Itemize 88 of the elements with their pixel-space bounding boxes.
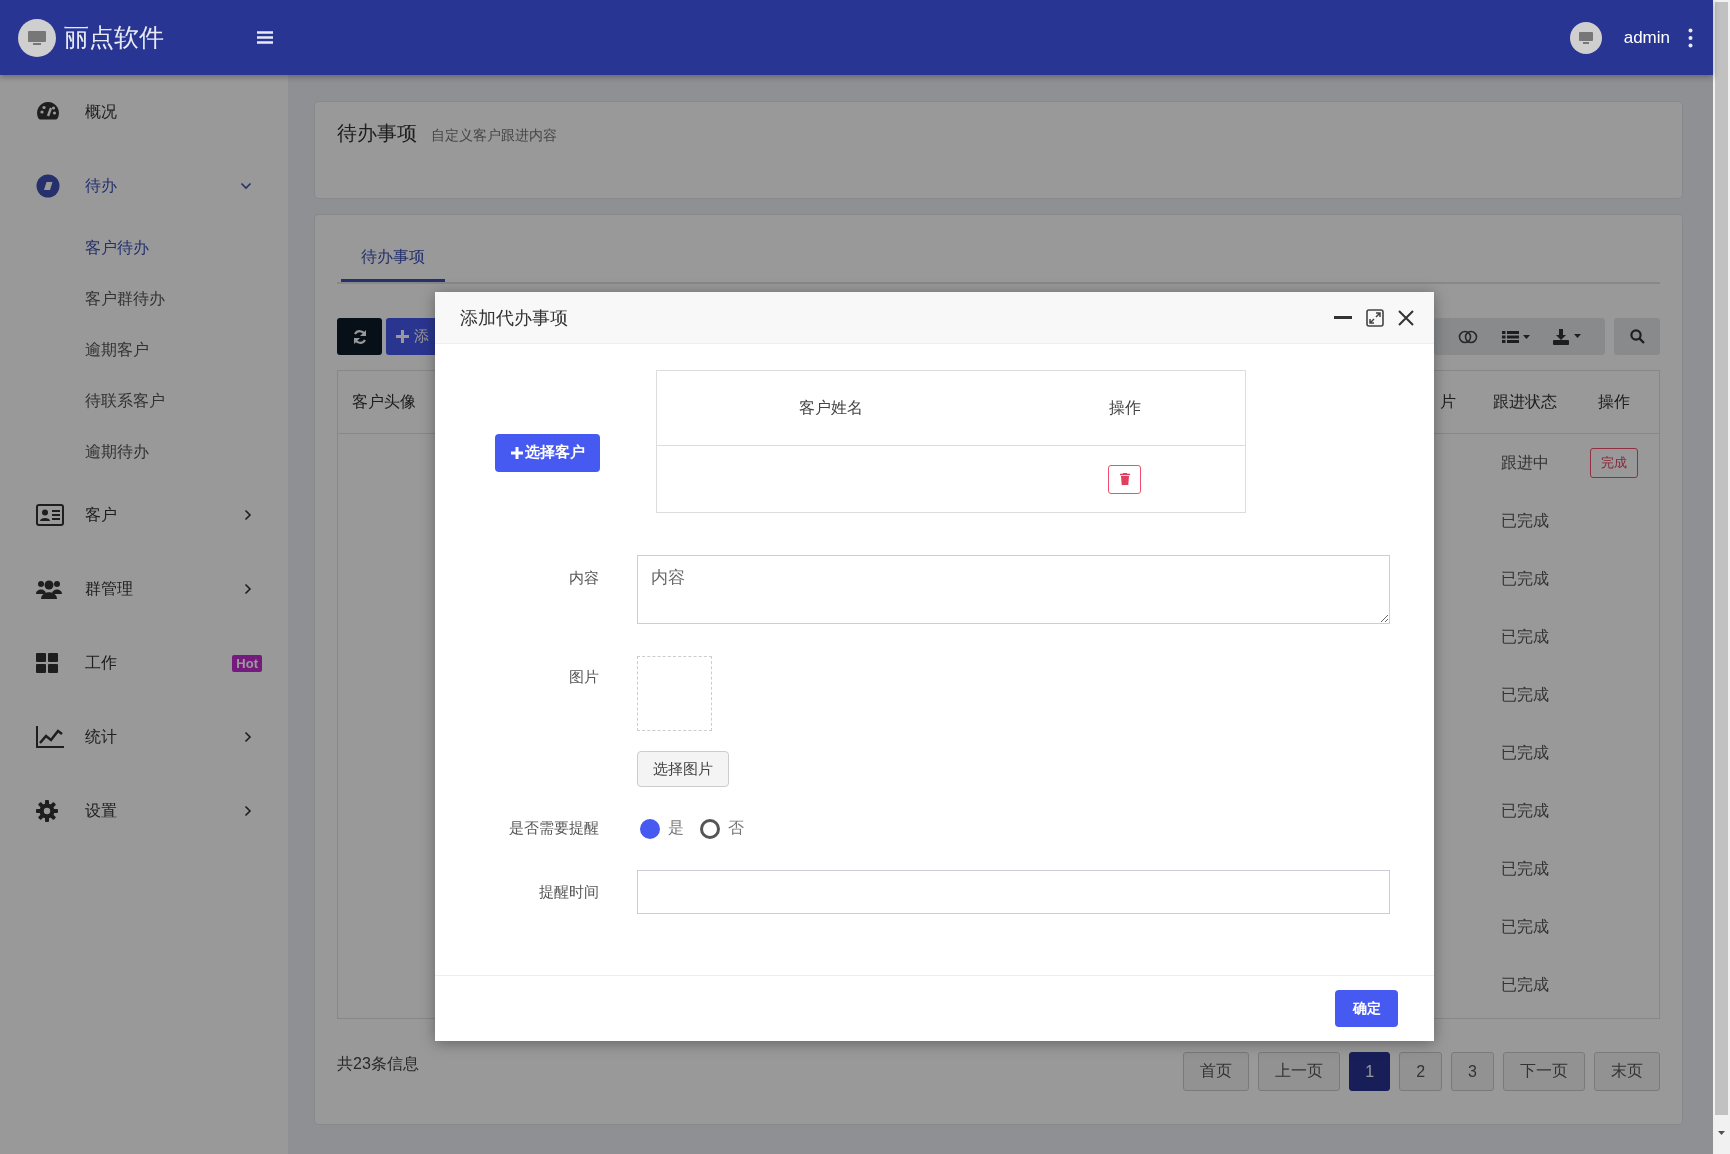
- scroll-arrow-icon[interactable]: [1715, 1129, 1728, 1137]
- download-icon[interactable]: [1553, 328, 1582, 345]
- sidebar-item[interactable]: 设置: [85, 800, 244, 822]
- status-cell: 已完成: [1500, 569, 1549, 587]
- sidebar-item[interactable]: 群管理: [85, 578, 244, 600]
- choose-image-button[interactable]: 选择图片: [637, 751, 729, 787]
- submenu-item[interactable]: 逾期客户: [85, 340, 149, 361]
- reminder-time-field[interactable]: [637, 870, 1390, 914]
- grid-icon: [36, 653, 58, 673]
- plus-icon: [396, 330, 409, 343]
- sidebar-item[interactable]: 待办: [85, 175, 240, 197]
- plus-icon: [510, 446, 523, 459]
- radio-button[interactable]: [700, 818, 720, 839]
- column-header: 片: [1439, 392, 1456, 410]
- chevron-right-icon[interactable]: [244, 583, 252, 595]
- hot-badge: Hot: [232, 654, 262, 672]
- page-button[interactable]: 下一页: [1503, 1052, 1585, 1091]
- submenu-item[interactable]: 逾期待办: [85, 442, 149, 463]
- status-cell: 已完成: [1500, 685, 1549, 703]
- tab[interactable]: 待办事项: [341, 235, 445, 282]
- status-cell: 跟进中: [1500, 453, 1549, 471]
- status-cell: 已完成: [1500, 743, 1549, 761]
- user-name[interactable]: admin: [1623, 27, 1670, 48]
- chevron-down-icon[interactable]: [240, 182, 252, 190]
- complete-button[interactable]: 完成: [1590, 448, 1639, 478]
- refresh-icon: [351, 328, 368, 345]
- radio-label: 否: [728, 818, 744, 838]
- column-header: 操作: [1108, 398, 1141, 416]
- brand-name: 丽点软件: [64, 22, 165, 53]
- page-button[interactable]: 2: [1399, 1052, 1443, 1091]
- page-button[interactable]: 3: [1451, 1052, 1494, 1091]
- column-header: 操作: [1598, 392, 1631, 410]
- status-cell: 已完成: [1500, 801, 1549, 819]
- column-toggle-icon[interactable]: [1457, 329, 1478, 344]
- menu-icon[interactable]: [257, 31, 273, 44]
- status-cell: 已完成: [1500, 627, 1549, 645]
- users-icon: [36, 578, 62, 600]
- submenu-item[interactable]: 客户待办: [85, 238, 149, 259]
- compass-icon: [36, 174, 60, 198]
- close-icon[interactable]: [1398, 309, 1414, 326]
- contact-card-icon: [36, 504, 64, 526]
- status-cell: 已完成: [1500, 511, 1549, 529]
- select-customer-button[interactable]: 选择客户: [495, 433, 600, 472]
- field-label: 提醒时间: [538, 882, 599, 902]
- logo-icon: [18, 18, 56, 57]
- sidebar-item[interactable]: 客户: [85, 504, 244, 526]
- column-header: 客户姓名: [798, 398, 863, 416]
- radio-button[interactable]: [640, 818, 660, 839]
- radio-label: 是: [668, 818, 684, 838]
- page-button[interactable]: 末页: [1594, 1052, 1660, 1091]
- maximize-icon[interactable]: [1366, 308, 1384, 327]
- column-header: 跟进状态: [1492, 392, 1557, 410]
- page-button[interactable]: 上一页: [1258, 1052, 1341, 1091]
- page-button[interactable]: 首页: [1183, 1052, 1250, 1091]
- more-icon[interactable]: [1688, 27, 1693, 48]
- avatar-icon[interactable]: [1569, 21, 1602, 54]
- page-subtitle: 自定义客户跟进内容: [431, 127, 557, 145]
- record-count: 共23条信息: [337, 1054, 420, 1074]
- sidebar-item[interactable]: 统计: [85, 726, 244, 748]
- chevron-right-icon[interactable]: [244, 805, 252, 817]
- delete-button[interactable]: [1108, 464, 1142, 494]
- scrollbar[interactable]: [1713, 0, 1730, 1154]
- page-button[interactable]: 1: [1349, 1052, 1391, 1091]
- refresh-button[interactable]: [337, 318, 382, 355]
- field-label: 图片: [568, 667, 599, 687]
- status-cell: 已完成: [1500, 859, 1549, 877]
- dashboard-icon: [36, 101, 60, 123]
- settings-icon: [36, 800, 58, 822]
- submenu-item[interactable]: 待联系客户: [85, 391, 165, 412]
- status-cell: 已完成: [1500, 975, 1549, 993]
- sidebar-item[interactable]: 工作: [85, 652, 233, 674]
- search-button[interactable]: [1614, 318, 1660, 355]
- content-field[interactable]: 内容: [637, 555, 1390, 624]
- line-chart-icon: [36, 726, 64, 748]
- list-view-icon[interactable]: [1501, 329, 1530, 344]
- page-title: 待办事项: [337, 121, 417, 146]
- status-cell: 已完成: [1500, 917, 1549, 935]
- trash-icon: [1119, 473, 1130, 485]
- search-icon: [1629, 329, 1645, 344]
- column-header: 客户头像: [352, 392, 416, 410]
- field-label: 内容: [568, 568, 599, 588]
- chevron-right-icon[interactable]: [244, 509, 252, 521]
- submenu-item[interactable]: 客户群待办: [85, 289, 165, 310]
- chevron-right-icon[interactable]: [244, 731, 252, 743]
- sidebar-item[interactable]: 概况: [85, 101, 288, 123]
- confirm-button[interactable]: 确定: [1335, 990, 1398, 1027]
- field-label: 是否需要提醒: [508, 819, 599, 838]
- minimize-icon[interactable]: [1334, 315, 1352, 320]
